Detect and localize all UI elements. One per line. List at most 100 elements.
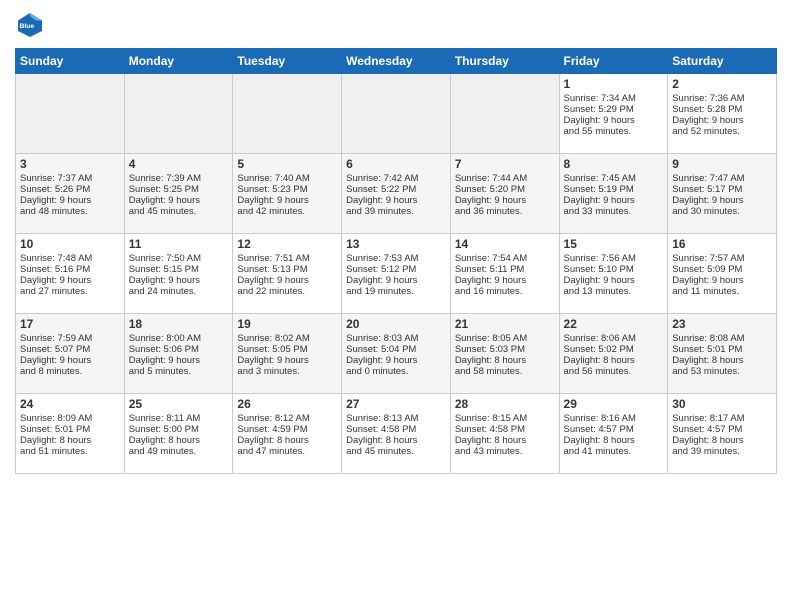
day-number: 24 — [20, 397, 120, 411]
day-number: 15 — [564, 237, 664, 251]
cell-line-2: Sunset: 5:29 PM — [564, 104, 664, 115]
cell-line-1: Sunrise: 7:42 AM — [346, 173, 446, 184]
cell-line-3: Daylight: 9 hours — [129, 195, 229, 206]
cell-line-4: and 42 minutes. — [237, 206, 337, 217]
calendar-cell: 25Sunrise: 8:11 AMSunset: 5:00 PMDayligh… — [124, 394, 233, 474]
cell-line-1: Sunrise: 8:08 AM — [672, 333, 772, 344]
day-number: 20 — [346, 317, 446, 331]
cell-line-4: and 47 minutes. — [237, 446, 337, 457]
logo-icon: Blue — [15, 10, 45, 40]
cell-line-3: Daylight: 9 hours — [20, 195, 120, 206]
cell-line-2: Sunset: 5:02 PM — [564, 344, 664, 355]
cell-line-4: and 27 minutes. — [20, 286, 120, 297]
cell-line-3: Daylight: 9 hours — [455, 275, 555, 286]
cell-line-1: Sunrise: 8:06 AM — [564, 333, 664, 344]
cell-line-2: Sunset: 5:13 PM — [237, 264, 337, 275]
day-number: 18 — [129, 317, 229, 331]
cell-line-4: and 5 minutes. — [129, 366, 229, 377]
cell-line-4: and 49 minutes. — [129, 446, 229, 457]
day-number: 27 — [346, 397, 446, 411]
calendar-cell: 6Sunrise: 7:42 AMSunset: 5:22 PMDaylight… — [342, 154, 451, 234]
cell-line-3: Daylight: 9 hours — [129, 355, 229, 366]
cell-line-2: Sunset: 5:22 PM — [346, 184, 446, 195]
calendar-cell: 28 Sunrise: 8:15 AMSunset: 4:58 PMDayligh… — [450, 394, 559, 474]
calendar-cell: 21Sunrise: 8:05 AMSunset: 5:03 PMDayligh… — [450, 314, 559, 394]
cell-line-1: Sunrise: 7:39 AM — [129, 173, 229, 184]
col-sunday: Sunday — [16, 49, 125, 74]
day-number: 13 — [346, 237, 446, 251]
cell-line-1: Sunrise: 8:11 AM — [129, 413, 229, 424]
cell-line-3: Daylight: 9 hours — [564, 275, 664, 286]
day-number: 12 — [237, 237, 337, 251]
cell-line-4: and 8 minutes. — [20, 366, 120, 377]
col-tuesday: Tuesday — [233, 49, 342, 74]
cell-line-1: Sunrise: 7:57 AM — [672, 253, 772, 264]
cell-line-3: Daylight: 9 hours — [564, 115, 664, 126]
cell-line-2: Sunset: 4:58 PM — [455, 424, 555, 435]
cell-line-1: Sunrise: 8:13 AM — [346, 413, 446, 424]
col-wednesday: Wednesday — [342, 49, 451, 74]
cell-line-4: and 22 minutes. — [237, 286, 337, 297]
cell-line-1: Sunrise: 8:00 AM — [129, 333, 229, 344]
page-container: Blue SundayMondayTuesdayWednesdayThursda… — [0, 0, 792, 479]
cell-line-2: Sunset: 5:15 PM — [129, 264, 229, 275]
day-number: 26 — [237, 397, 337, 411]
day-number: 17 — [20, 317, 120, 331]
cell-line-1: Sunrise: 7:48 AM — [20, 253, 120, 264]
cell-line-3: Daylight: 8 hours — [564, 355, 664, 366]
day-number: 19 — [237, 317, 337, 331]
cell-line-4: and 13 minutes. — [564, 286, 664, 297]
calendar-cell — [233, 74, 342, 154]
day-number: 22 — [564, 317, 664, 331]
cell-line-4: and 39 minutes. — [346, 206, 446, 217]
calendar-cell: 14Sunrise: 7:54 AMSunset: 5:11 PMDayligh… — [450, 234, 559, 314]
cell-line-3: Daylight: 9 hours — [672, 115, 772, 126]
cell-line-2: Sunset: 5:23 PM — [237, 184, 337, 195]
cell-line-1: Sunrise: 8:15 AM — [455, 413, 555, 424]
cell-line-2: Sunset: 5:25 PM — [129, 184, 229, 195]
logo: Blue — [15, 10, 49, 40]
col-saturday: Saturday — [668, 49, 777, 74]
calendar-cell: 29Sunrise: 8:16 AMSunset: 4:57 PMDayligh… — [559, 394, 668, 474]
calendar-cell — [16, 74, 125, 154]
day-number: 21 — [455, 317, 555, 331]
calendar-cell: 30Sunrise: 8:17 AMSunset: 4:57 PMDayligh… — [668, 394, 777, 474]
cell-line-3: Daylight: 8 hours — [237, 435, 337, 446]
cell-line-3: Daylight: 8 hours — [129, 435, 229, 446]
cell-line-3: Daylight: 8 hours — [20, 435, 120, 446]
cell-line-2: Sunset: 5:00 PM — [129, 424, 229, 435]
cell-line-1: Sunrise: 7:45 AM — [564, 173, 664, 184]
cell-line-3: Daylight: 9 hours — [129, 275, 229, 286]
calendar-cell: 13Sunrise: 7:53 AMSunset: 5:12 PMDayligh… — [342, 234, 451, 314]
cell-line-4: and 43 minutes. — [455, 446, 555, 457]
cell-line-1: Sunrise: 7:54 AM — [455, 253, 555, 264]
week-row-1: 1Sunrise: 7:34 AMSunset: 5:29 PMDaylight… — [16, 74, 777, 154]
cell-line-3: Daylight: 8 hours — [455, 435, 555, 446]
cell-line-2: Sunset: 4:58 PM — [346, 424, 446, 435]
cell-line-4: and 3 minutes. — [237, 366, 337, 377]
cell-line-3: Daylight: 9 hours — [346, 355, 446, 366]
cell-line-2: Sunset: 5:01 PM — [20, 424, 120, 435]
cell-line-4: and 45 minutes. — [129, 206, 229, 217]
calendar-cell: 16Sunrise: 7:57 AMSunset: 5:09 PMDayligh… — [668, 234, 777, 314]
cell-line-3: Daylight: 9 hours — [237, 355, 337, 366]
cell-line-4: and 53 minutes. — [672, 366, 772, 377]
day-number: 16 — [672, 237, 772, 251]
cell-line-4: and 11 minutes. — [672, 286, 772, 297]
cell-line-2: Sunset: 5:20 PM — [455, 184, 555, 195]
cell-line-3: Daylight: 9 hours — [237, 195, 337, 206]
cell-line-3: Daylight: 9 hours — [346, 195, 446, 206]
cell-line-3: Daylight: 9 hours — [672, 195, 772, 206]
cell-line-1: Sunrise: 8:05 AM — [455, 333, 555, 344]
day-number: 28 — [455, 397, 555, 411]
cell-line-2: Sunset: 5:28 PM — [672, 104, 772, 115]
calendar-cell: 9Sunrise: 7:47 AMSunset: 5:17 PMDaylight… — [668, 154, 777, 234]
cell-line-1: Sunrise: 7:47 AM — [672, 173, 772, 184]
day-number: 2 — [672, 77, 772, 91]
cell-line-3: Daylight: 9 hours — [564, 195, 664, 206]
cell-line-1: Sunrise: 8:16 AM — [564, 413, 664, 424]
cell-line-2: Sunset: 5:16 PM — [20, 264, 120, 275]
calendar-cell: 5Sunrise: 7:40 AMSunset: 5:23 PMDaylight… — [233, 154, 342, 234]
cell-line-4: and 45 minutes. — [346, 446, 446, 457]
cell-line-2: Sunset: 5:03 PM — [455, 344, 555, 355]
